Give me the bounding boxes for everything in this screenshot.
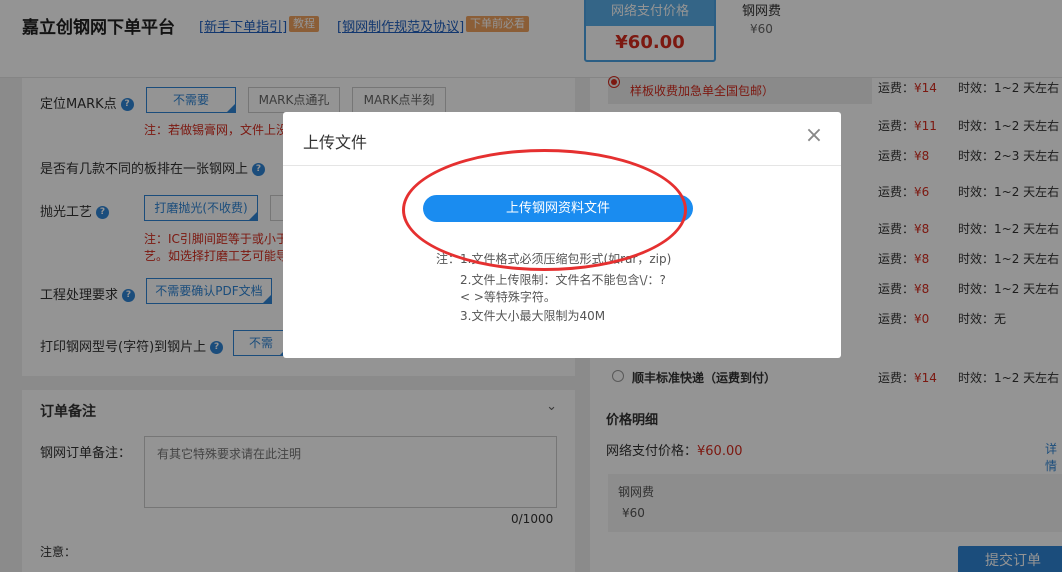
annotation-ellipse bbox=[402, 149, 687, 271]
modal-title: 上传文件 bbox=[303, 133, 368, 152]
close-icon[interactable]: × bbox=[803, 125, 825, 148]
upload-note-line3: < >等特殊字符。 bbox=[460, 290, 556, 304]
upload-note-line4: 3.文件大小最大限制为40M bbox=[460, 309, 606, 323]
upload-note-line2: 2.文件上传限制：文件名不能包含\/：? bbox=[460, 273, 666, 287]
